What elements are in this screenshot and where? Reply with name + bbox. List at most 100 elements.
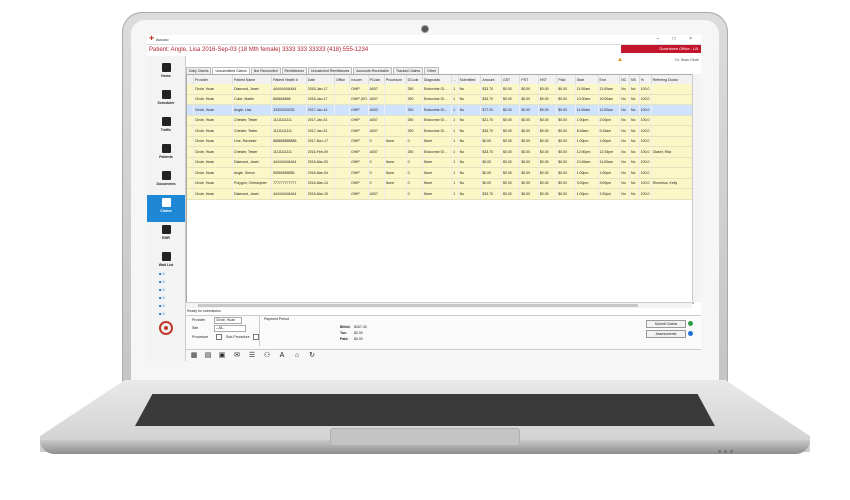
table-row[interactable]: Circle, Huan Diamond, Janet 444444444444 20… <box>187 84 694 95</box>
column-header[interactable]: HST <box>538 75 558 84</box>
tab-remittances[interactable]: Remittances <box>281 67 307 74</box>
column-header[interactable]: Office <box>334 75 351 84</box>
site-select[interactable]: --All-- <box>214 325 246 332</box>
table-row[interactable]: Circle, Huan Chester, Tester 11111111111 20… <box>187 146 694 158</box>
table-cell: Endocrine Gl... <box>422 104 453 116</box>
table-row[interactable]: Circle, Huan Diamond, Janet 444444444444 20… <box>187 188 694 200</box>
counter-item[interactable]: ■ 0 <box>159 287 179 295</box>
column-header[interactable]: NS <box>629 75 640 84</box>
table-cell: 100.0 <box>639 104 652 116</box>
window-controls[interactable]: – □ × <box>657 36 699 42</box>
tab-not-reconciled[interactable]: Not Reconciled <box>250 67 281 74</box>
mail-icon[interactable]: ✉ <box>233 352 241 360</box>
table-cell: 1:00pm <box>598 167 621 179</box>
office-badge[interactable]: Downtown Office - LB <box>621 45 701 53</box>
table-cell: OHIP <box>349 104 369 116</box>
table-cell: $0.00 <box>556 146 576 158</box>
sidebar-item-documents[interactable]: Documents <box>147 168 185 195</box>
assessments-button[interactable]: Assessments <box>646 330 686 338</box>
refresh-icon[interactable]: ↻ <box>308 352 316 360</box>
sidebar-item-scheduler[interactable]: Scheduler <box>147 87 185 114</box>
table-cell <box>651 94 694 105</box>
table-cell: A007 <box>368 125 385 137</box>
column-header[interactable]: Procedure <box>384 75 407 84</box>
tab-other[interactable]: Other <box>424 67 439 74</box>
tab-tracked-claims[interactable]: Tracked Claims <box>392 67 424 74</box>
tab-unmatched-remittances[interactable]: Unmatched Remittances <box>307 67 353 74</box>
patient-header[interactable]: Patient: Angle, Lisa 2016-Sep-03 (18 Mth… <box>149 47 368 53</box>
table-row[interactable]: Circle, Huan Angle, Simon 55555555555 2016-… <box>187 167 694 179</box>
counter-item[interactable]: ■ 0 <box>159 295 179 303</box>
table-cell: Circle, Huan <box>193 84 234 95</box>
counter-item[interactable]: ■ 0 <box>159 271 179 279</box>
sidebar-item-emr[interactable]: EMR <box>147 222 185 249</box>
counter-item[interactable]: ■ 0 <box>159 311 179 319</box>
table-cell: No <box>629 94 640 105</box>
counter-item[interactable]: ■ 0 <box>159 303 179 311</box>
column-header[interactable]: Submitted <box>458 75 482 84</box>
column-header[interactable]: Patient Name <box>232 75 273 84</box>
column-header[interactable]: Diagnostic <box>422 75 453 84</box>
table-cell: 100.0 <box>639 178 652 189</box>
list-icon[interactable]: ☰ <box>248 352 256 360</box>
document-icon <box>161 171 171 180</box>
column-header[interactable]: NC <box>619 75 630 84</box>
sidebar-item-claims[interactable]: Claims <box>147 195 185 222</box>
notes-icon[interactable]: ▣ <box>218 352 226 360</box>
person-icon[interactable]: ⚇ <box>263 352 271 360</box>
column-header[interactable]: Paid <box>556 75 576 84</box>
table-cell: Endocrine Gl... <box>422 94 453 105</box>
provider-select[interactable]: Circle, Huan <box>214 317 242 324</box>
tab-unsubmitted-claims[interactable]: Unsubmitted Claims <box>212 67 250 74</box>
counter-item[interactable]: ■ 0 <box>159 279 179 287</box>
table-cell: $33.70 <box>480 125 502 137</box>
column-header[interactable]: PST <box>519 75 539 84</box>
table-cell <box>384 115 407 126</box>
table-row[interactable]: Circle, Huan Line, Ravinder 888888888888 20… <box>187 136 694 147</box>
check-icon[interactable] <box>688 321 693 326</box>
column-header[interactable]: Insurer <box>349 75 369 84</box>
table-cell: 12:00pm <box>575 146 599 158</box>
column-header[interactable]: Referring Doctor <box>651 75 694 84</box>
column-header[interactable]: Date <box>306 75 336 84</box>
calendar-icon[interactable]: ▦ <box>190 352 198 360</box>
claims-grid: Provider Patient Name Patient Health # Date… <box>186 74 694 304</box>
tab-daily-claims[interactable]: Daily Claims <box>186 67 212 74</box>
table-cell: 3:00pm <box>575 178 599 189</box>
column-header[interactable]: PCode <box>368 75 385 84</box>
table-row[interactable]: Circle, Huan Chester, Tester 11111111111 20… <box>187 115 694 126</box>
table-cell: 2016-Jan-17 <box>306 94 336 105</box>
table-row[interactable]: Circle, Huan Angle, Lisa 33333333333 2017-J… <box>187 104 694 116</box>
column-header[interactable]: % <box>639 75 652 84</box>
settings-icon[interactable] <box>688 331 693 336</box>
vertical-scrollbar[interactable] <box>692 74 701 302</box>
column-header[interactable]: GST <box>501 75 521 84</box>
accuro-target-icon[interactable] <box>159 321 173 335</box>
sidebar-item-home[interactable]: Home <box>147 60 185 87</box>
sidebar-item-patients[interactable]: Patients <box>147 141 185 168</box>
submit-claims-button[interactable]: Submit Claims <box>646 320 686 328</box>
column-header[interactable]: DCode <box>406 75 423 84</box>
paid-label: Paid: <box>340 337 349 341</box>
font-icon[interactable]: A <box>278 352 286 360</box>
table-row[interactable]: Circle, Huan Diamond, Janet 444444444444 20… <box>187 157 694 168</box>
table-row[interactable]: Circle, Huan Polygon, Christopher 77777777… <box>187 178 694 189</box>
table-row[interactable]: Circle, Huan Cube, Martin 666666666 2016-Ja… <box>187 94 694 105</box>
procedure-checkbox[interactable] <box>216 334 222 340</box>
warning-icon[interactable]: ▲ <box>617 57 623 63</box>
table-cell: $0.00 <box>538 146 558 158</box>
column-header[interactable]: Provider <box>193 75 234 84</box>
column-header[interactable]: End <box>598 75 621 84</box>
clipboard-icon[interactable]: ▤ <box>204 352 212 360</box>
table-cell: Rhombus, Kelly <box>651 178 694 189</box>
column-header[interactable]: Amount <box>480 75 502 84</box>
building-icon[interactable]: ⌂ <box>293 352 301 360</box>
sidebar-item-traffic[interactable]: Traffic <box>147 114 185 141</box>
column-header[interactable]: Start <box>575 75 599 84</box>
tab-accounts-receivable[interactable]: Accounts Receivable <box>353 67 392 74</box>
horizontal-scrollbar[interactable] <box>186 302 692 308</box>
table-cell: 55555555555 <box>271 167 307 179</box>
scroll-thumb[interactable] <box>198 304 638 307</box>
table-row[interactable]: Circle, Huan Chester, Tester 11111111111 20… <box>187 125 694 137</box>
column-header[interactable]: Patient Health # <box>271 75 307 84</box>
